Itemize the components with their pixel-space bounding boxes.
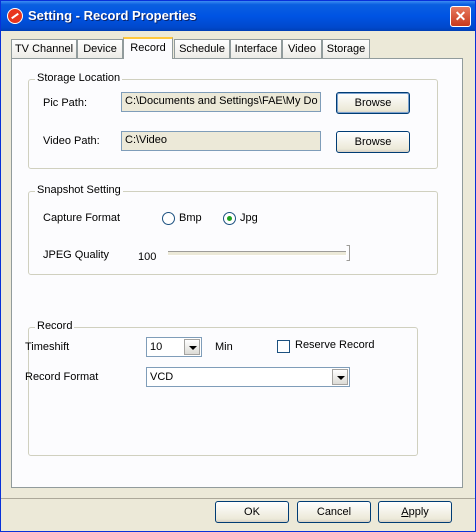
tab-tv-channel[interactable]: TV Channel xyxy=(11,39,77,58)
video-browse-button[interactable]: Browse xyxy=(336,131,410,153)
record-format-value: VCD xyxy=(150,371,174,383)
jpg-radio[interactable] xyxy=(223,212,236,225)
record-group: Record Timeshift 10 Min Reserve Record R… xyxy=(25,320,418,456)
tab-interface[interactable]: Interface xyxy=(230,39,282,58)
video-path-label: Video Path: xyxy=(43,135,100,147)
jpeg-quality-slider[interactable] xyxy=(346,245,350,261)
capture-format-label: Capture Format xyxy=(43,212,121,224)
timeshift-value: 10 xyxy=(150,341,163,353)
tab-schedule[interactable]: Schedule xyxy=(174,39,230,58)
pic-path-field[interactable]: C:\Documents and Settings\FAE\My Do xyxy=(121,92,321,112)
tab-device[interactable]: Device xyxy=(77,39,123,58)
bmp-radio-label[interactable]: Bmp xyxy=(179,212,202,224)
cancel-button-label: Cancel xyxy=(316,506,352,518)
jpeg-quality-label: JPEG Quality xyxy=(43,249,110,261)
tab-storage[interactable]: Storage xyxy=(322,39,370,58)
chevron-down-icon[interactable] xyxy=(184,339,200,355)
storage-location-legend: Storage Location xyxy=(35,72,123,84)
app-icon xyxy=(7,8,23,24)
footer-divider xyxy=(1,498,475,499)
record-tab-panel: Storage Location Pic Path: C:\Documents … xyxy=(11,58,463,488)
jpeg-quality-track xyxy=(168,251,348,256)
properties-dialog: Setting - Record Properties ✕ TV Channel… xyxy=(0,0,476,532)
tab-video[interactable]: Video xyxy=(282,39,322,58)
apply-access-key: A xyxy=(401,506,409,518)
timeshift-select[interactable]: 10 xyxy=(146,337,202,357)
storage-location-group: Storage Location Pic Path: C:\Documents … xyxy=(28,72,438,169)
snapshot-setting-legend: Snapshot Setting xyxy=(35,184,123,196)
reserve-record-label[interactable]: Reserve Record xyxy=(295,339,374,351)
chevron-down-icon[interactable] xyxy=(332,369,348,385)
title-bar[interactable]: Setting - Record Properties ✕ xyxy=(1,1,475,31)
jpg-radio-label[interactable]: Jpg xyxy=(240,212,258,224)
record-format-label: Record Format xyxy=(25,371,99,383)
reserve-record-checkbox[interactable] xyxy=(277,340,290,353)
bmp-radio[interactable] xyxy=(162,212,175,225)
window-title: Setting - Record Properties xyxy=(28,8,197,23)
record-format-select[interactable]: VCD xyxy=(146,367,350,387)
apply-button[interactable]: Apply xyxy=(378,501,452,523)
timeshift-label: Timeshift xyxy=(25,341,70,353)
close-button[interactable]: ✕ xyxy=(450,6,471,27)
pic-browse-button[interactable]: Browse xyxy=(336,92,410,114)
jpeg-quality-value: 100 xyxy=(138,251,157,263)
video-path-field[interactable]: C:\Video xyxy=(121,131,321,151)
ok-button[interactable]: OK xyxy=(215,501,289,523)
timeshift-unit: Min xyxy=(215,341,233,353)
snapshot-setting-group: Snapshot Setting Capture Format Bmp Jpg … xyxy=(28,184,438,275)
cancel-button[interactable]: Cancel xyxy=(297,501,371,523)
record-legend: Record xyxy=(35,320,75,332)
pic-path-label: Pic Path: xyxy=(43,97,88,109)
tab-record[interactable]: Record xyxy=(123,37,173,59)
apply-button-label: pply xyxy=(408,506,429,518)
